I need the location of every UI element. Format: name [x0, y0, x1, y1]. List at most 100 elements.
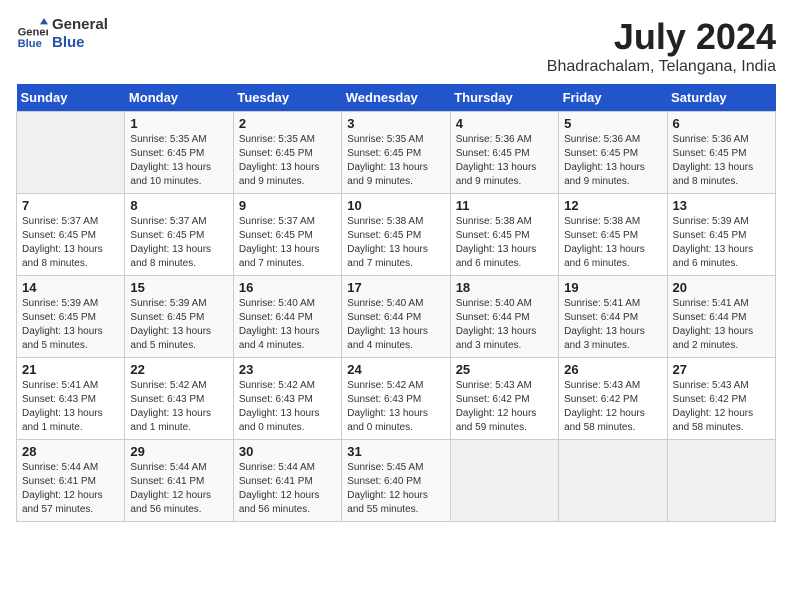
- calendar-cell: 26 Sunrise: 5:43 AMSunset: 6:42 PMDayligh…: [559, 358, 667, 440]
- day-number: 10: [347, 198, 444, 213]
- calendar-cell: 31Sunrise: 5:45 AMSunset: 6:40 PMDayligh…: [342, 440, 450, 522]
- day-number: 21: [22, 362, 119, 377]
- day-info: Sunrise: 5:44 AMSunset: 6:41 PMDaylight:…: [22, 461, 119, 517]
- calendar-cell: 23 Sunrise: 5:42 AMSunset: 6:43 PMDayligh…: [233, 358, 341, 440]
- page-header: General Blue General Blue July 2024 Bhad…: [16, 16, 776, 76]
- day-number: 24: [347, 362, 444, 377]
- day-number: 19: [564, 280, 661, 295]
- day-info: Sunrise: 5:40 AMSunset: 6:44 PMDaylight:…: [347, 297, 444, 353]
- calendar-cell: 4Sunrise: 5:36 AMSunset: 6:45 PMDaylight…: [450, 112, 558, 194]
- title-block: July 2024 Bhadrachalam, Telangana, India: [547, 16, 776, 76]
- calendar-cell: 17 Sunrise: 5:40 AMSunset: 6:44 PMDayligh…: [342, 276, 450, 358]
- logo-line2: Blue: [52, 34, 108, 52]
- calendar-cell: 22Sunrise: 5:42 AMSunset: 6:43 PMDayligh…: [125, 358, 233, 440]
- day-number: 28: [22, 444, 119, 459]
- day-number: 5: [564, 116, 661, 131]
- calendar-cell: 10 Sunrise: 5:38 AMSunset: 6:45 PMDayligh…: [342, 194, 450, 276]
- calendar-cell: [450, 440, 558, 522]
- day-info: Sunrise: 5:40 AMSunset: 6:44 PMDaylight:…: [456, 297, 553, 353]
- day-info: Sunrise: 5:44 AMSunset: 6:41 PMDaylight:…: [239, 461, 336, 517]
- day-number: 27: [673, 362, 770, 377]
- svg-text:Blue: Blue: [18, 38, 42, 50]
- day-info: Sunrise: 5:37 AMSunset: 6:45 PMDaylight:…: [239, 215, 336, 271]
- page-subtitle: Bhadrachalam, Telangana, India: [547, 58, 776, 76]
- svg-text:General: General: [18, 27, 48, 39]
- column-header-saturday: Saturday: [667, 84, 775, 112]
- day-number: 2: [239, 116, 336, 131]
- logo-line1: General: [52, 16, 108, 34]
- day-number: 30: [239, 444, 336, 459]
- day-info: Sunrise: 5:37 AMSunset: 6:45 PMDaylight:…: [22, 215, 119, 271]
- day-number: 15: [130, 280, 227, 295]
- day-info: Sunrise: 5:43 AMSunset: 6:42 PMDaylight:…: [673, 379, 770, 435]
- calendar-cell: 11 Sunrise: 5:38 AMSunset: 6:45 PMDayligh…: [450, 194, 558, 276]
- day-number: 14: [22, 280, 119, 295]
- day-info: Sunrise: 5:38 AMSunset: 6:45 PMDaylight:…: [347, 215, 444, 271]
- day-info: Sunrise: 5:42 AMSunset: 6:43 PMDaylight:…: [347, 379, 444, 435]
- calendar-week-5: 28 Sunrise: 5:44 AMSunset: 6:41 PMDayligh…: [17, 440, 776, 522]
- calendar-cell: 13Sunrise: 5:39 AMSunset: 6:45 PMDayligh…: [667, 194, 775, 276]
- day-number: 25: [456, 362, 553, 377]
- logo-text: General Blue: [52, 16, 108, 52]
- day-number: 3: [347, 116, 444, 131]
- day-number: 17: [347, 280, 444, 295]
- day-number: 20: [673, 280, 770, 295]
- day-number: 26: [564, 362, 661, 377]
- calendar-cell: 5Sunrise: 5:36 AMSunset: 6:45 PMDaylight…: [559, 112, 667, 194]
- calendar-cell: 8Sunrise: 5:37 AMSunset: 6:45 PMDaylight…: [125, 194, 233, 276]
- calendar-cell: 30 Sunrise: 5:44 AMSunset: 6:41 PMDayligh…: [233, 440, 341, 522]
- logo: General Blue General Blue: [16, 16, 108, 52]
- day-info: Sunrise: 5:42 AMSunset: 6:43 PMDaylight:…: [239, 379, 336, 435]
- day-number: 6: [673, 116, 770, 131]
- day-number: 9: [239, 198, 336, 213]
- calendar-cell: 20 Sunrise: 5:41 AMSunset: 6:44 PMDayligh…: [667, 276, 775, 358]
- column-header-tuesday: Tuesday: [233, 84, 341, 112]
- calendar-cell: [667, 440, 775, 522]
- day-number: 1: [130, 116, 227, 131]
- day-info: Sunrise: 5:44 AMSunset: 6:41 PMDaylight:…: [130, 461, 227, 517]
- day-info: Sunrise: 5:38 AMSunset: 6:45 PMDaylight:…: [564, 215, 661, 271]
- day-number: 11: [456, 198, 553, 213]
- calendar-cell: 1 Sunrise: 5:35 AMSunset: 6:45 PMDaylight…: [125, 112, 233, 194]
- day-info: Sunrise: 5:41 AMSunset: 6:43 PMDaylight:…: [22, 379, 119, 435]
- day-info: Sunrise: 5:40 AMSunset: 6:44 PMDaylight:…: [239, 297, 336, 353]
- day-info: Sunrise: 5:41 AMSunset: 6:44 PMDaylight:…: [673, 297, 770, 353]
- day-info: Sunrise: 5:36 AMSunset: 6:45 PMDaylight:…: [673, 133, 770, 189]
- day-info: Sunrise: 5:39 AMSunset: 6:45 PMDaylight:…: [130, 297, 227, 353]
- column-header-friday: Friday: [559, 84, 667, 112]
- day-info: Sunrise: 5:42 AMSunset: 6:43 PMDaylight:…: [130, 379, 227, 435]
- calendar-week-3: 14 Sunrise: 5:39 AMSunset: 6:45 PMDayligh…: [17, 276, 776, 358]
- day-number: 12: [564, 198, 661, 213]
- calendar-cell: 7 Sunrise: 5:37 AMSunset: 6:45 PMDaylight…: [17, 194, 125, 276]
- column-header-thursday: Thursday: [450, 84, 558, 112]
- calendar-cell: 9 Sunrise: 5:37 AMSunset: 6:45 PMDaylight…: [233, 194, 341, 276]
- day-info: Sunrise: 5:35 AMSunset: 6:45 PMDaylight:…: [239, 133, 336, 189]
- calendar-cell: 18 Sunrise: 5:40 AMSunset: 6:44 PMDayligh…: [450, 276, 558, 358]
- day-info: Sunrise: 5:35 AMSunset: 6:45 PMDaylight:…: [130, 133, 227, 189]
- calendar-cell: 19Sunrise: 5:41 AMSunset: 6:44 PMDayligh…: [559, 276, 667, 358]
- day-number: 23: [239, 362, 336, 377]
- calendar-cell: 25 Sunrise: 5:43 AMSunset: 6:42 PMDayligh…: [450, 358, 558, 440]
- day-info: Sunrise: 5:35 AMSunset: 6:45 PMDaylight:…: [347, 133, 444, 189]
- calendar-cell: 15 Sunrise: 5:39 AMSunset: 6:45 PMDayligh…: [125, 276, 233, 358]
- column-header-wednesday: Wednesday: [342, 84, 450, 112]
- calendar-cell: 21 Sunrise: 5:41 AMSunset: 6:43 PMDayligh…: [17, 358, 125, 440]
- calendar-cell: 27 Sunrise: 5:43 AMSunset: 6:42 PMDayligh…: [667, 358, 775, 440]
- logo-icon: General Blue: [16, 18, 48, 50]
- day-number: 18: [456, 280, 553, 295]
- column-header-sunday: Sunday: [17, 84, 125, 112]
- calendar-cell: 16Sunrise: 5:40 AMSunset: 6:44 PMDayligh…: [233, 276, 341, 358]
- day-info: Sunrise: 5:43 AMSunset: 6:42 PMDaylight:…: [456, 379, 553, 435]
- day-info: Sunrise: 5:38 AMSunset: 6:45 PMDaylight:…: [456, 215, 553, 271]
- column-header-monday: Monday: [125, 84, 233, 112]
- calendar-week-4: 21 Sunrise: 5:41 AMSunset: 6:43 PMDayligh…: [17, 358, 776, 440]
- day-info: Sunrise: 5:39 AMSunset: 6:45 PMDaylight:…: [22, 297, 119, 353]
- calendar-cell: 3 Sunrise: 5:35 AMSunset: 6:45 PMDaylight…: [342, 112, 450, 194]
- day-number: 7: [22, 198, 119, 213]
- calendar-cell: [559, 440, 667, 522]
- day-info: Sunrise: 5:45 AMSunset: 6:40 PMDaylight:…: [347, 461, 444, 517]
- day-number: 4: [456, 116, 553, 131]
- day-info: Sunrise: 5:39 AMSunset: 6:45 PMDaylight:…: [673, 215, 770, 271]
- day-info: Sunrise: 5:43 AMSunset: 6:42 PMDaylight:…: [564, 379, 661, 435]
- calendar-table: SundayMondayTuesdayWednesdayThursdayFrid…: [16, 84, 776, 522]
